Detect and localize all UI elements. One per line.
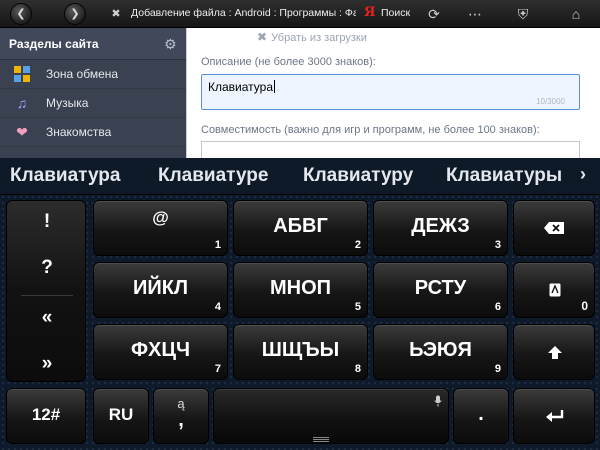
shift-key[interactable] — [513, 324, 595, 380]
backspace-key[interactable] — [513, 200, 595, 256]
back-button[interactable]: ❮ — [10, 3, 32, 25]
key-abvg[interactable]: АБВГ 2 — [233, 200, 368, 256]
key-number: 1 — [214, 239, 221, 251]
character-counter: 10/3000 — [536, 97, 565, 106]
yandex-logo-icon[interactable]: Я — [364, 5, 375, 20]
key-number: 5 — [354, 301, 361, 313]
search-button[interactable]: Поиск — [381, 7, 410, 19]
language-key[interactable]: RU — [93, 388, 149, 444]
stop-icon[interactable]: ✖ — [106, 4, 126, 24]
music-note-icon: ♫ — [16, 95, 28, 111]
shift-arrow-icon — [548, 346, 562, 359]
key-eyuya[interactable]: ЬЭЮЯ 9 — [373, 324, 508, 380]
key-label: @ — [152, 208, 169, 228]
description-textarea[interactable]: Клавиатура 10/3000 — [201, 74, 580, 110]
remove-from-upload-link[interactable]: ✖ Убрать из загрузки — [257, 30, 367, 44]
close-quote-key[interactable]: » — [7, 353, 87, 375]
comma-key[interactable]: ą , — [153, 388, 209, 444]
microphone-icon — [434, 395, 442, 407]
key-label: ШЩЪЫ — [261, 339, 340, 362]
apps-grid-icon[interactable]: ⋯ — [465, 4, 485, 24]
suggestion-item[interactable]: Клавиатуры — [446, 165, 576, 187]
key-dezhz[interactable]: ДЕЖЗ 3 — [373, 200, 508, 256]
exchange-zone-icon — [14, 66, 30, 82]
upload-form: ✖ Убрать из загрузки Описание (не более 3… — [186, 28, 600, 161]
chevron-left-icon: ❮ — [16, 8, 26, 20]
chevron-right-icon[interactable]: › — [580, 164, 586, 185]
divider — [21, 295, 73, 296]
description-value: Клавиатура — [208, 80, 275, 94]
key-number: 4 — [214, 301, 221, 313]
sidebar-item-label: Знакомства — [46, 125, 112, 139]
browser-toolbar: ❮ ❯ ✖ Добавление файла : Android : Прогр… — [0, 0, 600, 28]
open-quote-key[interactable]: « — [7, 307, 87, 329]
sidebar-item-label: Музыка — [46, 96, 89, 110]
key-rstu[interactable]: РСТУ 6 — [373, 262, 508, 318]
chevron-right-icon: ❯ — [70, 8, 80, 20]
gear-icon[interactable]: ⚙ — [164, 36, 177, 53]
key-fkhtsch[interactable]: ФХЦЧ 7 — [93, 324, 228, 380]
sidebar-item-music[interactable]: ♫ Музыка — [0, 89, 186, 118]
text-caret — [274, 80, 275, 93]
key-label: АБВГ — [273, 215, 328, 238]
keyboard-drag-handle[interactable] — [313, 437, 329, 442]
key-number: 9 — [494, 363, 501, 375]
text-mode-icon — [549, 283, 561, 297]
compatibility-label: Совместимость (важно для игр и программ,… — [201, 124, 540, 136]
key-label: 12# — [31, 404, 61, 424]
period-key[interactable]: . — [453, 388, 509, 444]
key-number: 8 — [354, 363, 361, 375]
page-title: Добавление файла : Android : Программы :… — [131, 7, 356, 19]
key-label: . — [478, 403, 484, 426]
zero-key[interactable]: 0 — [513, 262, 595, 318]
key-at[interactable]: @ 1 — [93, 200, 228, 256]
key-label: МНОП — [269, 277, 332, 300]
key-iykl[interactable]: ИЙКЛ 4 — [93, 262, 228, 318]
home-icon[interactable]: ⌂ — [566, 4, 586, 24]
symbols-key[interactable]: 12# — [6, 388, 86, 444]
punctuation-key-column: ! ? « » — [6, 200, 86, 382]
site-sections-sidebar: Разделы сайта ⚙ Зона обмена ♫ Музыка ❤ З… — [0, 28, 186, 158]
sidebar-item-label: Зона обмена — [46, 67, 119, 81]
sidebar-item-exchange[interactable]: Зона обмена — [0, 60, 186, 89]
shield-icon[interactable]: ⛨ — [513, 4, 533, 24]
suggestion-item[interactable]: Клавиатура — [10, 165, 120, 187]
key-label: ДЕЖЗ — [411, 215, 470, 238]
key-number: 3 — [494, 239, 501, 251]
sidebar-title: Разделы сайта — [0, 28, 186, 60]
key-number: 2 — [354, 239, 361, 251]
key-label: ФХЦЧ — [130, 339, 191, 362]
exclamation-key[interactable]: ! — [7, 211, 87, 233]
reload-icon[interactable]: ⟳ — [424, 4, 444, 24]
suggestion-bar: Клавиатура Клавиатуре Клавиатуру Клавиат… — [0, 158, 600, 195]
key-number: 7 — [214, 363, 221, 375]
backspace-icon — [544, 222, 564, 234]
key-label: RU — [108, 404, 134, 424]
sidebar-item-dating[interactable]: ❤ Знакомства — [0, 118, 186, 147]
key-shshchy[interactable]: ШЩЪЫ 8 — [233, 324, 368, 380]
suggestion-item[interactable]: Клавиатуру — [303, 165, 413, 187]
key-label: ИЙКЛ — [133, 277, 188, 300]
forward-button[interactable]: ❯ — [64, 3, 86, 25]
key-number: 6 — [494, 301, 501, 313]
key-number: 0 — [581, 299, 588, 313]
key-label: ЬЭЮЯ — [409, 339, 472, 362]
key-label: , — [178, 409, 184, 432]
enter-key[interactable] — [513, 388, 595, 444]
key-label: РСТУ — [414, 277, 467, 300]
suggestion-item[interactable]: Клавиатуре — [158, 165, 268, 187]
heart-icon: ❤ — [16, 124, 28, 140]
space-key[interactable] — [213, 388, 449, 444]
key-mnop[interactable]: МНОП 5 — [233, 262, 368, 318]
screen: ❮ ❯ ✖ Добавление файла : Android : Прогр… — [0, 0, 600, 450]
description-label: Описание (не более 3000 знаков): — [201, 56, 376, 68]
question-key[interactable]: ? — [7, 257, 87, 279]
enter-arrow-icon — [546, 410, 564, 422]
close-icon: ✖ — [257, 30, 268, 44]
